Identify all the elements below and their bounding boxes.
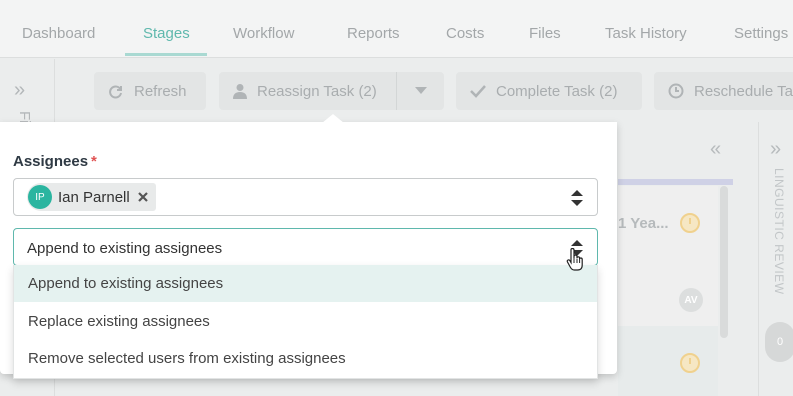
sort-arrows-icon	[571, 190, 583, 211]
due-clock-icon	[680, 213, 700, 233]
column-header-stripe	[618, 179, 733, 185]
tab-task-history[interactable]: Task History	[605, 25, 687, 42]
complete-task-label: Complete Task (2)	[496, 82, 618, 100]
task-card[interactable]	[618, 326, 718, 396]
option-remove-selected[interactable]: Remove selected users from existing assi…	[14, 340, 597, 377]
reassign-task-label: Reassign Task (2)	[257, 82, 377, 100]
clock-icon	[668, 83, 684, 99]
assignees-select[interactable]: IP Ian Parnell	[13, 178, 598, 216]
avatar: AV	[679, 288, 703, 312]
complete-task-button[interactable]: Complete Task (2)	[456, 72, 642, 110]
assignment-mode-options: Append to existing assignees Replace exi…	[13, 265, 598, 379]
assignee-chip: IP Ian Parnell	[27, 183, 156, 211]
remove-assignee-icon[interactable]	[137, 192, 148, 202]
tab-stages[interactable]: Stages	[143, 25, 190, 42]
tab-dashboard[interactable]: Dashboard	[22, 25, 95, 42]
tab-files[interactable]: Files	[529, 25, 561, 42]
due-clock-icon	[680, 353, 700, 373]
reschedule-task-button[interactable]: Reschedule Ta	[654, 72, 793, 110]
option-append[interactable]: Append to existing assignees	[14, 265, 597, 302]
tab-settings[interactable]: Settings	[734, 25, 788, 42]
column-count-badge: 0	[765, 322, 793, 362]
collapse-column-icon[interactable]: «	[710, 138, 721, 161]
top-navigation: Dashboard Stages Workflow Reports Costs …	[0, 0, 793, 58]
column-label: LINGUISTIC REVIEW	[772, 168, 786, 295]
reassign-dropdown-toggle[interactable]	[397, 72, 444, 110]
user-icon	[233, 83, 247, 99]
column-scrollbar[interactable]	[720, 186, 728, 338]
avatar: IP	[28, 185, 52, 209]
hand-cursor-icon	[566, 247, 584, 277]
refresh-label: Refresh	[134, 82, 187, 100]
required-marker: *	[91, 153, 97, 170]
reschedule-task-label: Reschedule Ta	[694, 82, 793, 100]
refresh-button[interactable]: Refresh	[94, 72, 206, 110]
expand-column-icon[interactable]: »	[770, 138, 781, 161]
expand-double-chevron-icon[interactable]: »	[14, 79, 25, 102]
task-card-text: 1 Yea...	[618, 215, 669, 232]
caret-down-icon	[414, 87, 427, 94]
tab-costs[interactable]: Costs	[446, 25, 484, 42]
assignment-mode-value: Append to existing assignees	[27, 240, 223, 257]
popover-arrow	[322, 114, 344, 123]
refresh-icon	[108, 83, 124, 99]
tab-reports[interactable]: Reports	[347, 25, 400, 42]
check-icon	[470, 84, 486, 98]
active-tab-indicator	[125, 53, 207, 56]
option-replace[interactable]: Replace existing assignees	[14, 303, 597, 340]
tab-workflow[interactable]: Workflow	[233, 25, 294, 42]
assignee-name: Ian Parnell	[58, 188, 130, 206]
assignees-label: Assignees *	[13, 153, 97, 170]
assignment-mode-select[interactable]: Append to existing assignees	[13, 228, 598, 266]
